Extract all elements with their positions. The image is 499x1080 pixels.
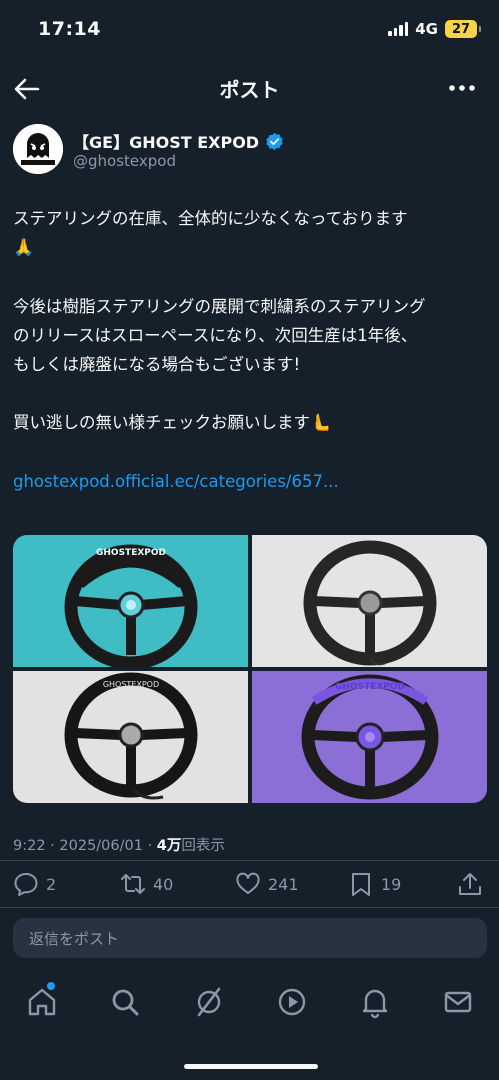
steering-wheel-image: GHOSTEXPOD bbox=[13, 535, 248, 667]
meta-separator: · bbox=[45, 838, 60, 854]
tab-grok[interactable] bbox=[192, 985, 226, 1019]
reply-count: 2 bbox=[46, 874, 57, 894]
like-count: 241 bbox=[268, 874, 299, 894]
post-blank-line bbox=[13, 438, 487, 467]
avatar[interactable] bbox=[13, 124, 63, 174]
folded-hands-emoji: 🙏 bbox=[13, 238, 35, 258]
battery-level: 27 bbox=[451, 21, 471, 37]
author-handle[interactable]: @ghostexpod bbox=[73, 152, 176, 170]
post-line: もしくは廃盤になる場合もございます! bbox=[13, 355, 301, 374]
svg-text:GHOSTEXPOD: GHOSTEXPOD bbox=[96, 548, 166, 558]
post-date: 2025/06/01 bbox=[59, 838, 143, 854]
tab-messages[interactable] bbox=[441, 985, 475, 1019]
post-body: ステアリングの在庫、全体的に少なくなっております 🙏 今後は樹脂ステアリングの展… bbox=[13, 204, 487, 496]
post-link[interactable]: ghostexpod.official.ec/categories/657... bbox=[13, 472, 339, 491]
share-button[interactable] bbox=[457, 871, 483, 897]
views-count: 4万 bbox=[156, 838, 182, 854]
media-grid: GHOSTEXPOD GHOSTEXPOD GHOSTEXPOD bbox=[13, 535, 487, 803]
media-image-1[interactable]: GHOSTEXPOD bbox=[13, 535, 248, 667]
post-line: 🙏 bbox=[13, 233, 487, 263]
post-line: ghostexpod.official.ec/categories/657... bbox=[13, 467, 487, 496]
pointing-hand-emoji: 🫷 bbox=[310, 413, 332, 433]
more-icon bbox=[449, 85, 475, 91]
reply-icon bbox=[14, 873, 38, 896]
notifications-icon bbox=[362, 989, 388, 1019]
messages-icon bbox=[444, 991, 472, 1013]
svg-text:GHOSTEXPOD: GHOSTEXPOD bbox=[335, 682, 405, 692]
like-button[interactable]: 241 bbox=[235, 871, 299, 897]
reply-input[interactable]: 返信をポスト bbox=[13, 918, 487, 958]
repost-button[interactable]: 40 bbox=[120, 871, 173, 897]
post-blank-line bbox=[13, 263, 487, 292]
tab-search[interactable] bbox=[108, 985, 142, 1019]
bookmark-count: 19 bbox=[381, 874, 402, 894]
steering-wheel-image bbox=[252, 535, 487, 667]
status-indicators: 4G 27 bbox=[388, 20, 481, 38]
status-time: 17:14 bbox=[38, 18, 101, 40]
media-image-3[interactable]: GHOSTEXPOD bbox=[13, 671, 248, 803]
home-icon bbox=[28, 988, 56, 1016]
tab-notifications[interactable] bbox=[358, 985, 392, 1019]
video-icon bbox=[278, 988, 306, 1016]
tab-video[interactable] bbox=[275, 985, 309, 1019]
heart-icon bbox=[236, 872, 260, 894]
post-header: ポスト bbox=[0, 62, 499, 114]
meta-separator: · bbox=[142, 838, 157, 854]
media-image-4[interactable]: GHOSTEXPOD bbox=[252, 671, 487, 803]
home-indicator bbox=[184, 1064, 318, 1069]
grok-icon bbox=[197, 987, 221, 1017]
reply-button[interactable]: 2 bbox=[13, 871, 56, 897]
share-icon bbox=[459, 873, 481, 895]
search-icon bbox=[112, 989, 139, 1016]
home-unread-dot bbox=[47, 982, 55, 990]
post-time: 9:22 bbox=[13, 838, 46, 854]
post-author[interactable]: 【GE】GHOST EXPOD @ghostexpod bbox=[13, 124, 483, 176]
repost-icon bbox=[121, 874, 145, 894]
author-name[interactable]: 【GE】GHOST EXPOD bbox=[73, 129, 284, 153]
svg-text:GHOSTEXPOD: GHOSTEXPOD bbox=[103, 680, 159, 689]
battery-icon: 27 bbox=[445, 20, 481, 38]
post-blank-line bbox=[13, 379, 487, 408]
repost-count: 40 bbox=[153, 874, 174, 894]
ghost-logo-icon bbox=[13, 124, 63, 174]
author-name-text: 【GE】GHOST EXPOD bbox=[73, 133, 260, 152]
page-title: ポスト bbox=[219, 78, 280, 102]
steering-wheel-image: GHOSTEXPOD bbox=[13, 671, 248, 803]
media-image-2[interactable] bbox=[252, 535, 487, 667]
post-line-text: 買い逃しの無い様チェックお願いします bbox=[13, 413, 310, 432]
signal-icon bbox=[388, 22, 409, 36]
post-line: 今後は樹脂ステアリングの展開で刺繍系のステアリング bbox=[13, 297, 426, 316]
post-line: のリリースはスローペースになり、次回生産は1年後、 bbox=[13, 326, 418, 345]
post-line: ステアリングの在庫、全体的に少なくなっております bbox=[13, 209, 408, 228]
bookmark-icon bbox=[352, 873, 370, 896]
more-options-button[interactable] bbox=[447, 78, 477, 98]
post-actions: 2 40 241 19 bbox=[13, 871, 487, 901]
post-meta: 9:22 · 2025/06/01 · 4万回表示 bbox=[13, 834, 225, 855]
divider bbox=[0, 907, 499, 908]
divider bbox=[0, 860, 499, 861]
steering-wheel-image: GHOSTEXPOD bbox=[252, 671, 487, 803]
tab-home[interactable] bbox=[25, 985, 59, 1019]
views-label: 回表示 bbox=[181, 838, 225, 854]
verified-badge-icon bbox=[266, 132, 283, 150]
bottom-tab-bar bbox=[0, 975, 499, 1035]
network-label: 4G bbox=[415, 20, 438, 38]
bookmark-button[interactable]: 19 bbox=[348, 871, 401, 897]
post-line: 買い逃しの無い様チェックお願いします🫷 bbox=[13, 408, 487, 438]
status-bar: 17:14 4G 27 bbox=[0, 0, 499, 60]
